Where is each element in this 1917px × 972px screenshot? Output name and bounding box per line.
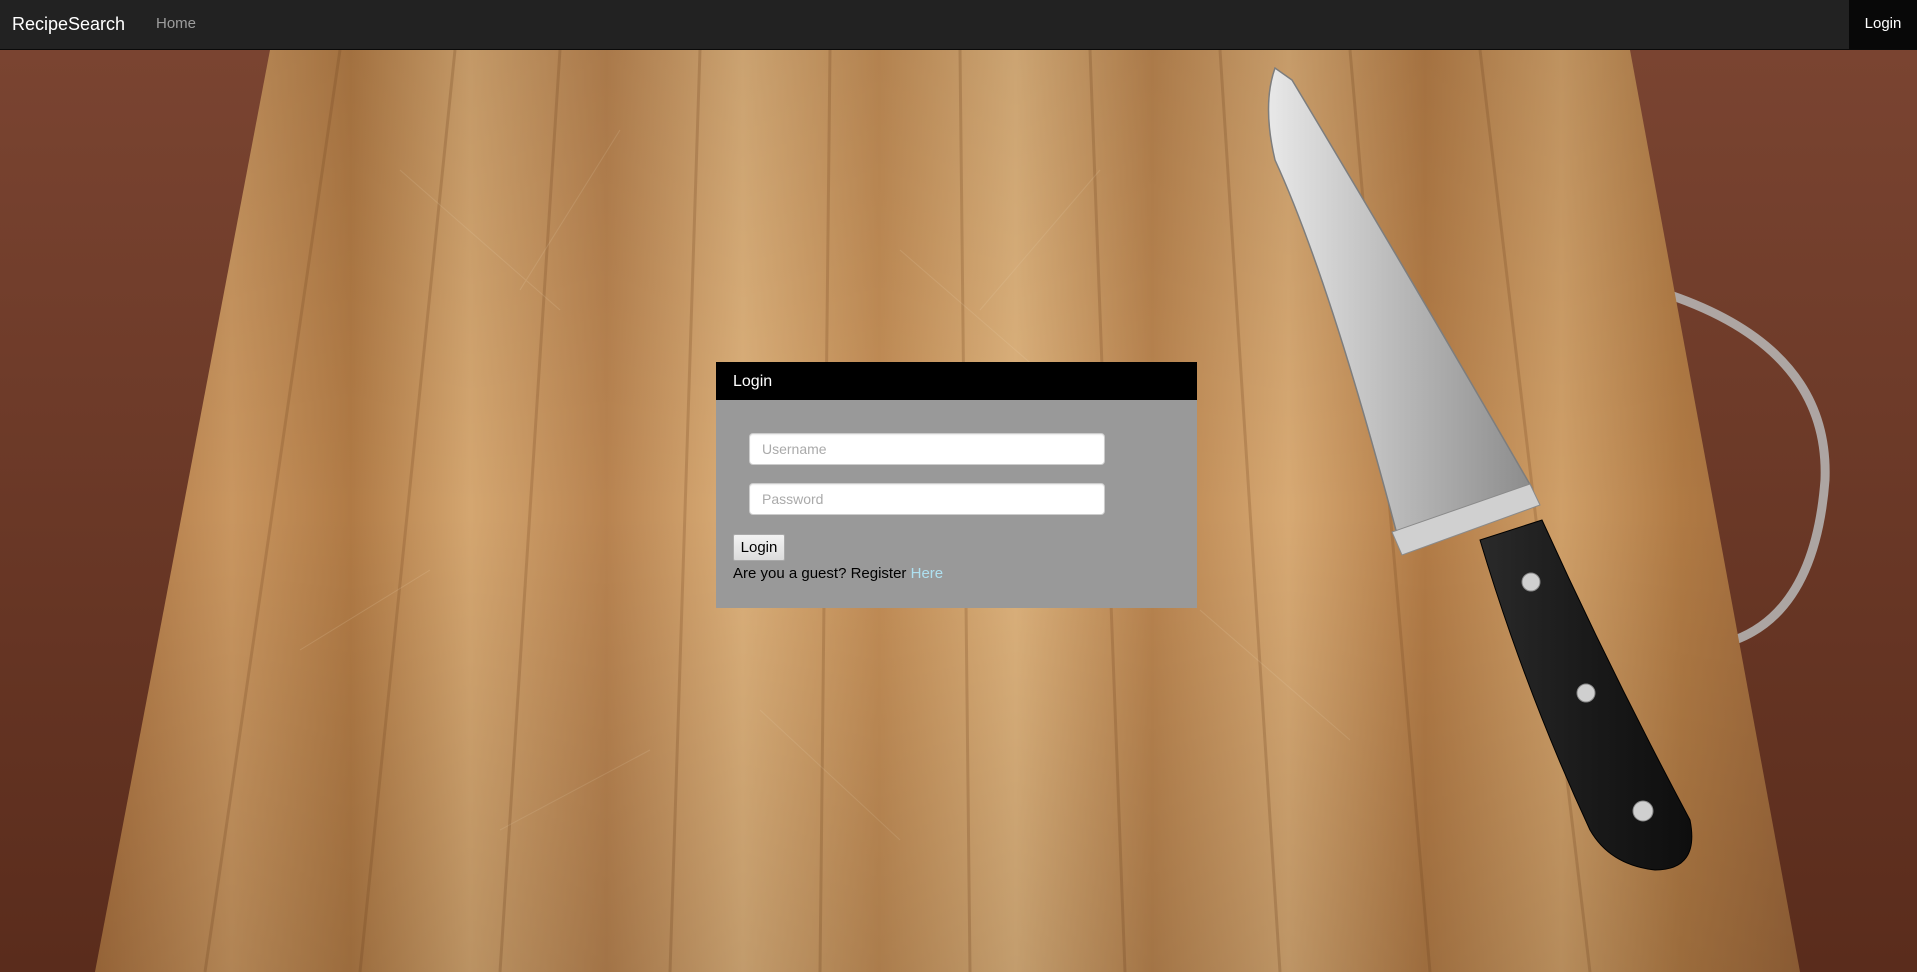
login-panel-title: Login	[733, 373, 773, 390]
nav-home-link[interactable]: Home	[156, 0, 196, 49]
guest-register-text: Are you a guest? Register	[733, 565, 907, 582]
login-button[interactable]: Login	[733, 534, 785, 561]
login-panel-header: Login	[716, 362, 1197, 400]
brand-link[interactable]: RecipeSearch	[12, 0, 125, 49]
guest-register-line: Are you a guest? Register Here	[733, 565, 943, 583]
nav-login-link[interactable]: Login	[1849, 0, 1917, 49]
top-navbar: RecipeSearch Home Login	[0, 0, 1917, 50]
login-panel: Login Login Are you a guest? Register He…	[716, 362, 1197, 608]
register-link[interactable]: Here	[911, 565, 944, 582]
password-input[interactable]	[749, 483, 1105, 515]
username-input[interactable]	[749, 433, 1105, 465]
